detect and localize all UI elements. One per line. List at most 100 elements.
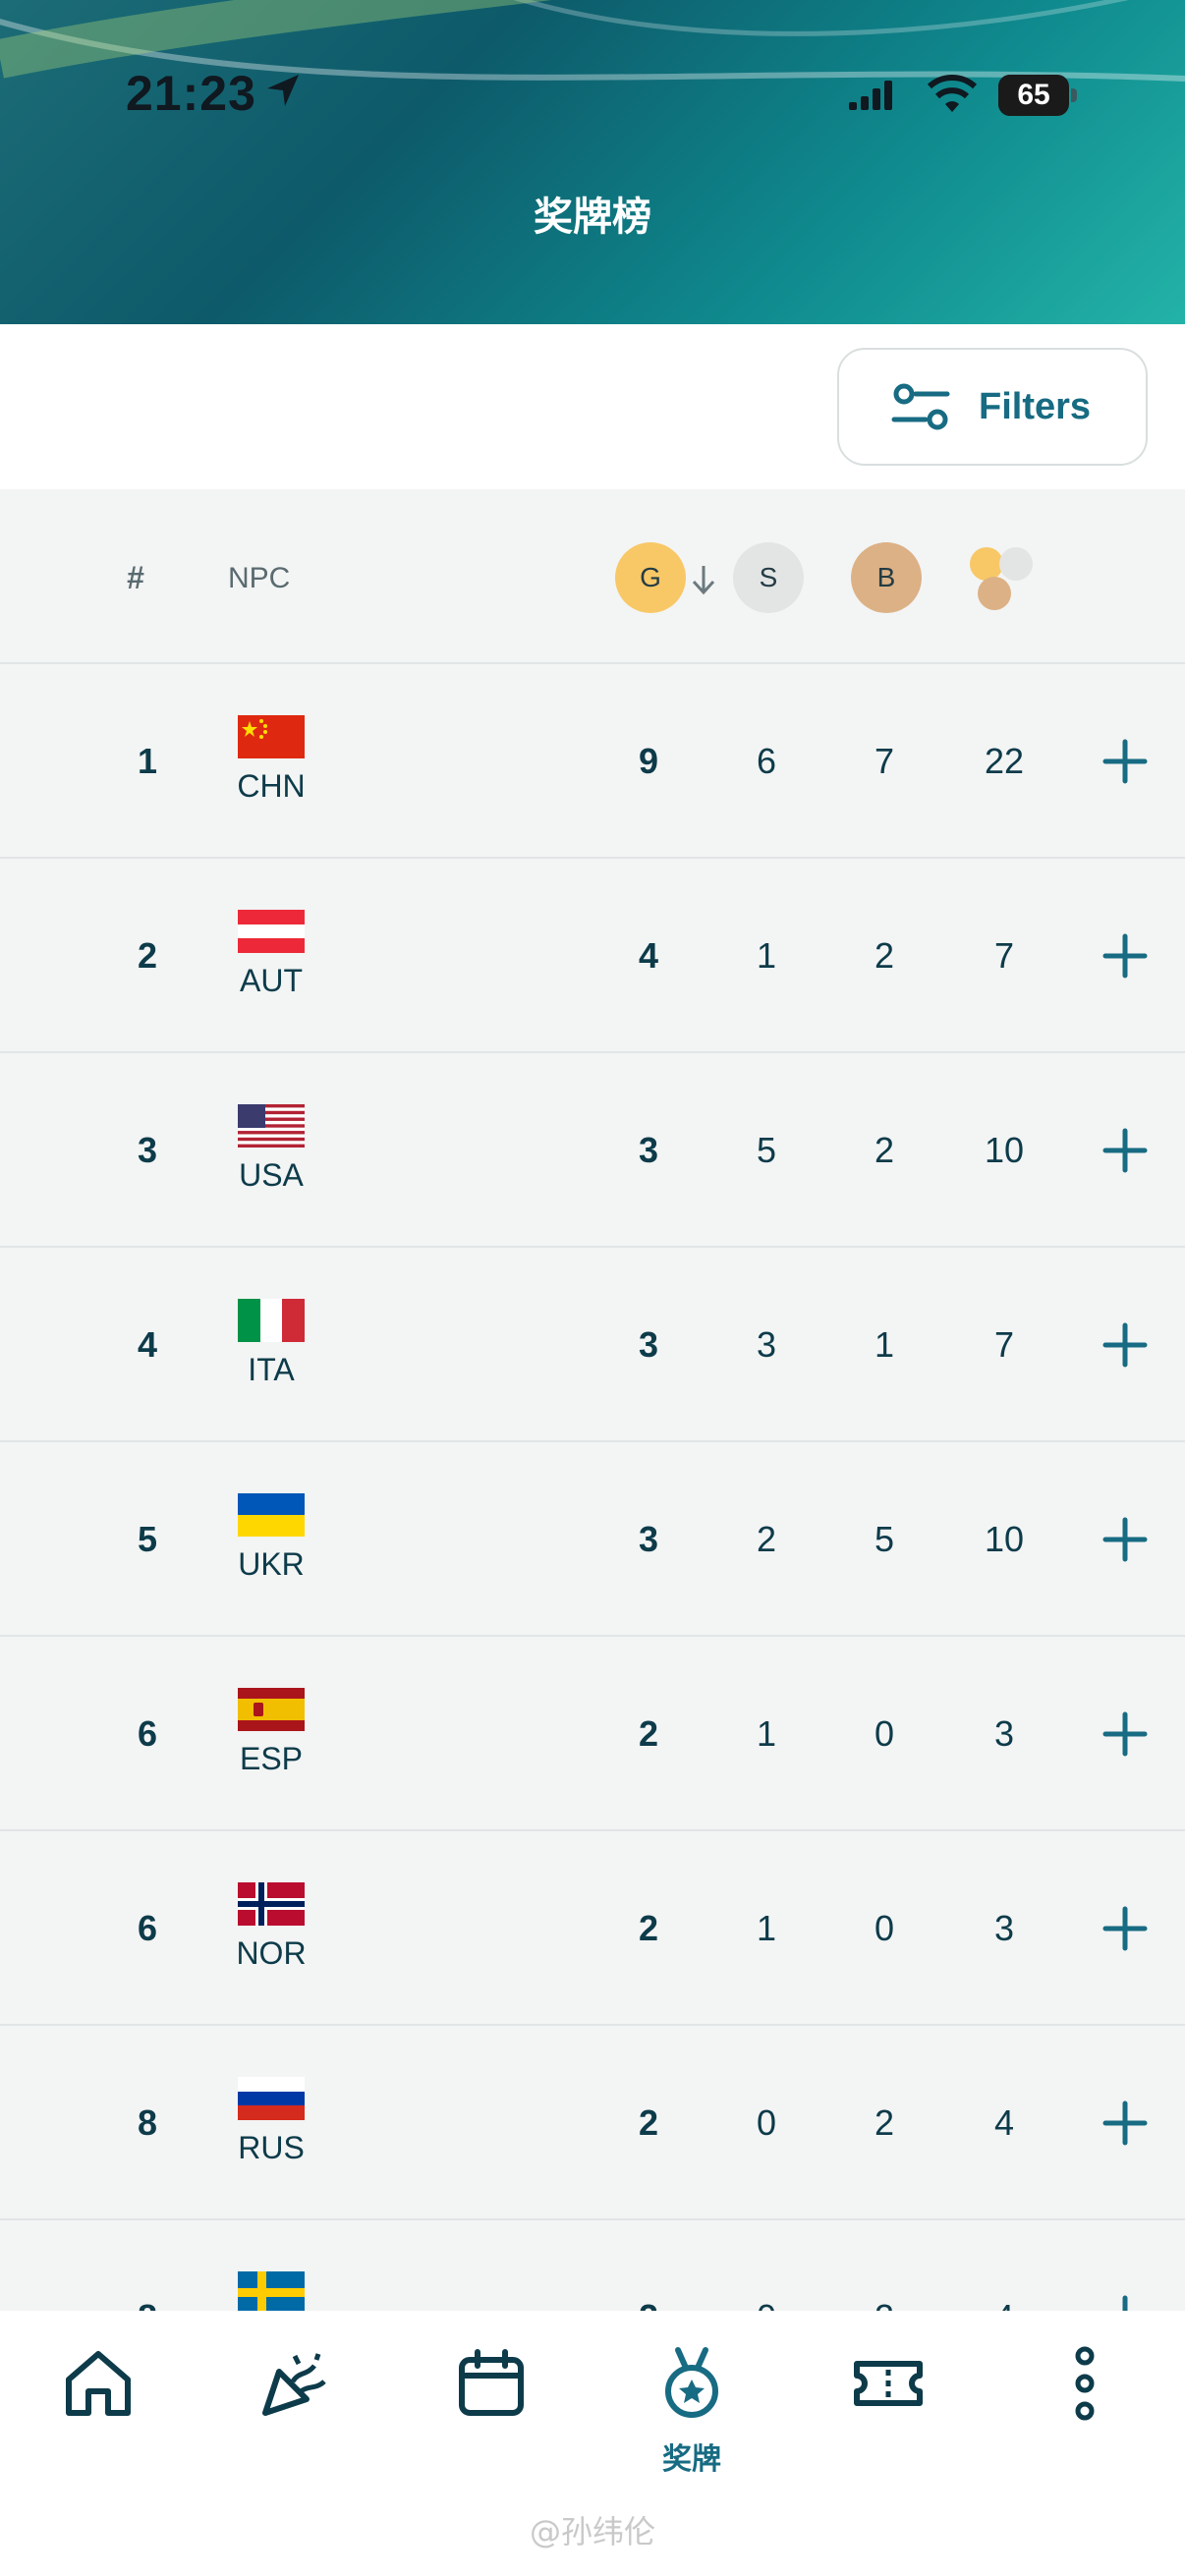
table-row[interactable]: 8 RUS 2 0 2 4: [0, 2026, 1185, 2220]
expand-plus-icon[interactable]: [1102, 933, 1148, 979]
expand-plus-icon[interactable]: [1102, 1128, 1148, 1173]
row-silver-count: 6: [756, 741, 777, 781]
header-banner: 21:23 65 奖牌榜: [0, 0, 1185, 324]
russia-flag-icon: [238, 2077, 305, 2120]
sliders-icon: [891, 383, 950, 430]
row-total-count: 3: [993, 1908, 1015, 1948]
row-country-code: AUT: [240, 963, 303, 998]
row-gold-count: 2: [638, 1713, 659, 1754]
row-silver-count: 1: [756, 1908, 777, 1948]
silver-sort-button[interactable]: S: [733, 542, 804, 613]
page-title: 奖牌榜: [534, 195, 651, 240]
expand-plus-icon[interactable]: [1102, 1711, 1148, 1757]
calendar-icon: [459, 2349, 524, 2416]
row-silver-count: 1: [756, 1713, 777, 1754]
home-icon: [66, 2351, 131, 2416]
status-time: 21:23: [126, 66, 256, 121]
china-flag-icon: [238, 715, 305, 758]
row-rank: 8: [137, 2102, 158, 2143]
sort-descending-icon: [692, 566, 715, 595]
ukraine-flag-icon: [238, 1493, 305, 1537]
row-gold-count: 3: [638, 1130, 659, 1170]
gold-sort-button[interactable]: G: [615, 542, 686, 613]
row-total-count: 7: [993, 1324, 1015, 1365]
row-country-code: USA: [239, 1157, 304, 1193]
row-bronze-count: 0: [874, 1713, 895, 1754]
table-row[interactable]: 5 UKR 3 2 5 10: [0, 1442, 1185, 1637]
header-background: [0, 0, 1185, 82]
row-country-code: ITA: [248, 1352, 295, 1387]
row-gold-count: 9: [638, 741, 659, 781]
table-row[interactable]: 2 AUT 4 1 2 7: [0, 859, 1185, 1053]
filter-bar: Filters: [0, 324, 1185, 489]
medal-icon: [665, 2347, 718, 2418]
row-rank: 2: [137, 935, 158, 976]
expand-plus-icon[interactable]: [1102, 739, 1148, 784]
sweden-flag-icon: [238, 2271, 305, 2315]
row-rank: 6: [137, 1908, 158, 1948]
row-total-count: 10: [984, 1519, 1025, 1559]
filters-button[interactable]: Filters: [837, 348, 1148, 466]
row-bronze-count: 2: [874, 1130, 895, 1170]
wifi-icon: [927, 75, 978, 112]
table-row[interactable]: 1 CHN 9 6 7 22: [0, 664, 1185, 859]
npc-column-header: NPC: [228, 562, 291, 594]
rank-column-header: #: [127, 560, 144, 595]
usa-flag-icon: [238, 1104, 305, 1148]
row-rank: 6: [137, 1713, 158, 1754]
total-medals-sort-icon[interactable]: [967, 544, 1045, 623]
row-rank: 5: [137, 1519, 158, 1559]
row-bronze-count: 2: [874, 935, 895, 976]
nav-celebration[interactable]: [236, 2336, 354, 2493]
row-silver-count: 0: [756, 2102, 777, 2143]
row-bronze-count: 7: [874, 741, 895, 781]
row-bronze-count: 0: [874, 1908, 895, 1948]
bronze-sort-button[interactable]: B: [851, 542, 922, 613]
nav-more[interactable]: [1026, 2336, 1144, 2493]
row-silver-count: 1: [756, 935, 777, 976]
row-country-code: RUS: [238, 2130, 305, 2165]
table-row[interactable]: 4 ITA 3 3 1 7: [0, 1248, 1185, 1442]
ticket-icon: [854, 2361, 923, 2406]
row-gold-count: 3: [638, 1519, 659, 1559]
norway-flag-icon: [238, 1882, 305, 1926]
table-row[interactable]: 6 NOR 2 1 0 3: [0, 1831, 1185, 2026]
nav-schedule[interactable]: [432, 2336, 550, 2493]
row-rank: 3: [137, 1130, 158, 1170]
row-country-code: CHN: [237, 768, 306, 804]
watermark: @孙纬伦: [529, 2513, 655, 2550]
medal-table: 1 CHN 9 6 7 22 2 AUT 4 1 2 7 3 USA 3 5 2 10 4 ITA 3 3 1 7 5 UKR 3 2…: [0, 664, 1185, 2415]
row-total-count: 4: [993, 2102, 1015, 2143]
row-silver-count: 5: [756, 1130, 777, 1170]
row-gold-count: 2: [638, 1908, 659, 1948]
italy-flag-icon: [238, 1299, 305, 1342]
row-country-code: NOR: [236, 1935, 307, 1971]
row-country-code: ESP: [239, 1741, 304, 1776]
filters-label: Filters: [979, 385, 1092, 427]
nav-tickets[interactable]: [829, 2336, 947, 2493]
row-total-count: 7: [993, 935, 1015, 976]
row-gold-count: 4: [638, 935, 659, 976]
expand-plus-icon[interactable]: [1102, 1322, 1148, 1368]
celebration-icon: [262, 2353, 326, 2416]
row-rank: 1: [137, 741, 158, 781]
row-gold-count: 3: [638, 1324, 659, 1365]
battery-percent: 65: [1017, 79, 1050, 111]
nav-home[interactable]: [39, 2336, 157, 2493]
more-vertical-icon: [1075, 2346, 1095, 2421]
expand-plus-icon[interactable]: [1102, 1517, 1148, 1562]
row-bronze-count: 2: [874, 2102, 895, 2143]
austria-flag-icon: [238, 910, 305, 953]
expand-plus-icon[interactable]: [1102, 2100, 1148, 2146]
row-silver-count: 3: [756, 1324, 777, 1365]
table-row[interactable]: 3 USA 3 5 2 10: [0, 1053, 1185, 1248]
table-row[interactable]: 6 ESP 2 1 0 3: [0, 1637, 1185, 1831]
expand-plus-icon[interactable]: [1102, 1906, 1148, 1951]
row-bronze-count: 5: [874, 1519, 895, 1559]
spain-flag-icon: [238, 1688, 305, 1731]
table-header: # NPC G S B: [0, 489, 1185, 664]
battery-indicator: 65: [998, 75, 1077, 116]
nav-medals[interactable]: 奖牌: [633, 2336, 751, 2493]
cellular-signal-icon: [849, 81, 892, 110]
row-country-code: UKR: [238, 1546, 305, 1582]
